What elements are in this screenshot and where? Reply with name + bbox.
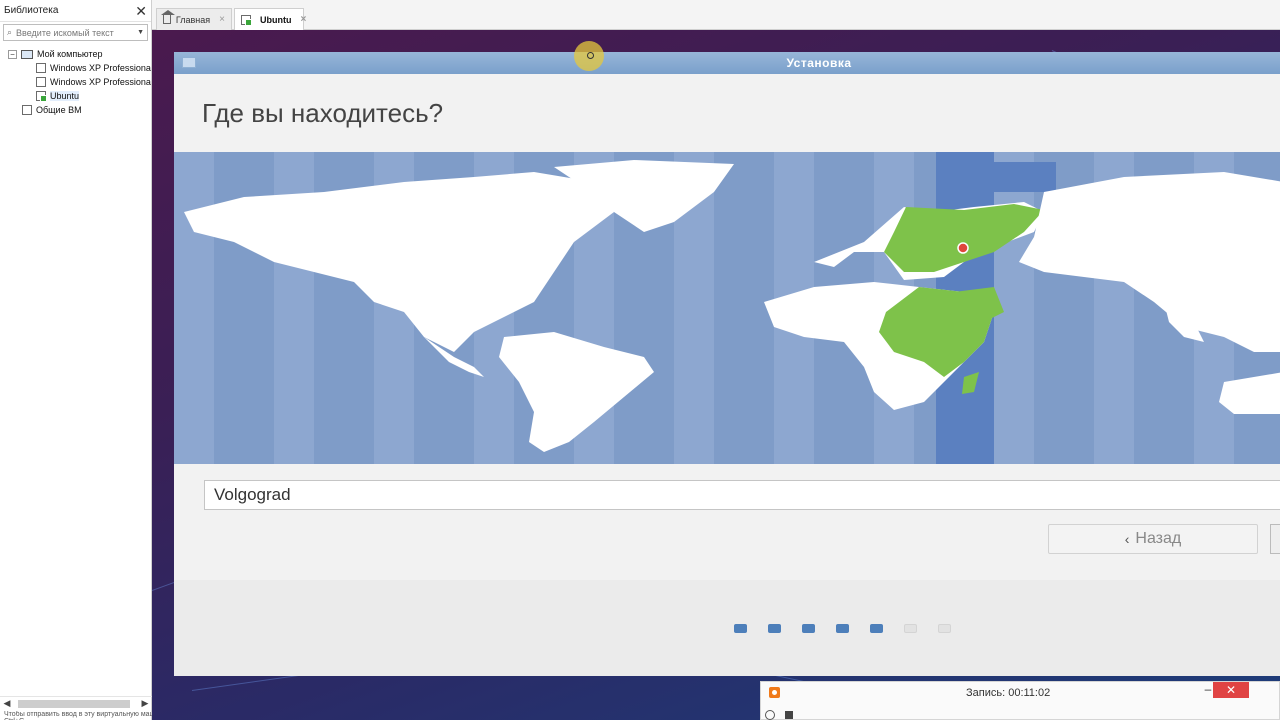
- home-icon: [161, 10, 175, 24]
- tree-item-label: Общие ВМ: [36, 105, 82, 115]
- recorder-logo-icon: [769, 687, 780, 698]
- library-header: Библиотека ✕: [0, 0, 151, 22]
- timezone-map[interactable]: [174, 152, 1280, 464]
- scroll-thumb[interactable]: [18, 699, 130, 708]
- search-placeholder: Введите искомый текст: [16, 27, 114, 38]
- progress-dot-complete: [734, 624, 747, 633]
- cursor-highlight: [574, 41, 604, 71]
- tab-bar: Главная × Ubuntu ×: [152, 0, 1280, 30]
- search-icon: ⌕: [7, 27, 13, 37]
- installer-footer: [174, 580, 1280, 676]
- scroll-right-icon[interactable]: ▶: [138, 698, 152, 709]
- tree-item-shared-vms[interactable]: Общие ВМ: [0, 103, 151, 117]
- library-panel: Библиотека ✕ ⌕ Введите искомый текст ▼ −…: [0, 0, 286, 720]
- horizontal-scrollbar[interactable]: ◀ ▶: [0, 696, 152, 710]
- collapse-toggle[interactable]: −: [8, 49, 17, 59]
- location-marker-icon: [957, 242, 969, 254]
- chevron-down-icon[interactable]: ▼: [137, 29, 144, 36]
- tab-close-icon[interactable]: ×: [301, 14, 307, 25]
- vm-tree: − Мой компьютер Windows XP Professional …: [0, 43, 151, 117]
- recorder-panel: Запись: 00:11:02 – ✕: [760, 681, 1280, 720]
- progress-dot-pending: [938, 624, 951, 633]
- tree-item-vm[interactable]: Windows XP Professional: [0, 75, 151, 89]
- tab-label: Ubuntu: [260, 14, 292, 25]
- close-button[interactable]: ✕: [1213, 682, 1249, 698]
- tree-item-vm[interactable]: Windows XP Professional: [0, 61, 151, 75]
- timezone-input[interactable]: Volgograd: [204, 480, 1280, 510]
- continue-button[interactable]: [1270, 524, 1280, 554]
- stop-icon[interactable]: [785, 711, 793, 719]
- scroll-track[interactable]: [14, 699, 138, 709]
- shared-vm-icon: [22, 105, 32, 115]
- tab-label: Главная: [175, 14, 211, 25]
- progress-dot-complete: [802, 624, 815, 633]
- back-button-label: Назад: [1135, 530, 1182, 547]
- window-menu-icon[interactable]: [182, 57, 196, 68]
- vm-running-icon: [36, 91, 47, 102]
- tree-item-label: Мой компьютер: [37, 49, 103, 59]
- vm-icon: [36, 63, 46, 73]
- vm-icon: [36, 77, 46, 87]
- tree-item-label: Ubuntu: [50, 91, 80, 101]
- installer-window: Установка Где вы находитесь? Volgograd ‹…: [174, 52, 1280, 676]
- back-button[interactable]: ‹ Назад: [1048, 524, 1258, 554]
- tree-item-label: Windows XP Professional: [50, 63, 151, 73]
- progress-indicator: [734, 624, 951, 633]
- library-search-input[interactable]: ⌕ Введите искомый текст ▼: [3, 24, 148, 41]
- world-map[interactable]: [174, 152, 1280, 464]
- computer-icon: [21, 49, 33, 59]
- pause-icon[interactable]: [765, 710, 775, 720]
- tree-item-my-computer[interactable]: − Мой компьютер: [0, 47, 151, 61]
- recording-time: Запись: 00:11:02: [966, 687, 1051, 699]
- recorder-toolbar: [765, 710, 1275, 720]
- chevron-left-icon: ‹: [1124, 531, 1130, 547]
- library-title: Библиотека: [4, 5, 59, 16]
- installer-title-bar[interactable]: Установка: [174, 52, 1280, 74]
- vm-display[interactable]: Установка Где вы находитесь? Volgograd ‹…: [152, 30, 1280, 720]
- progress-dot-pending: [904, 624, 917, 633]
- library-close-button[interactable]: ✕: [135, 4, 147, 18]
- tab-ubuntu[interactable]: Ubuntu ×: [234, 8, 307, 30]
- scroll-left-icon[interactable]: ◀: [0, 698, 14, 709]
- page-heading: Где вы находитесь?: [202, 98, 444, 128]
- vm-running-icon: [241, 14, 252, 26]
- tab-close-icon[interactable]: ×: [219, 14, 225, 25]
- progress-dot-complete: [768, 624, 781, 633]
- progress-dot-complete: [836, 624, 849, 633]
- progress-dot-complete: [870, 624, 883, 633]
- tree-item-label: Windows XP Professional: [50, 77, 151, 87]
- tab-home[interactable]: Главная ×: [156, 8, 232, 30]
- tree-item-ubuntu[interactable]: Ubuntu: [0, 89, 151, 103]
- installer-title: Установка: [786, 56, 852, 70]
